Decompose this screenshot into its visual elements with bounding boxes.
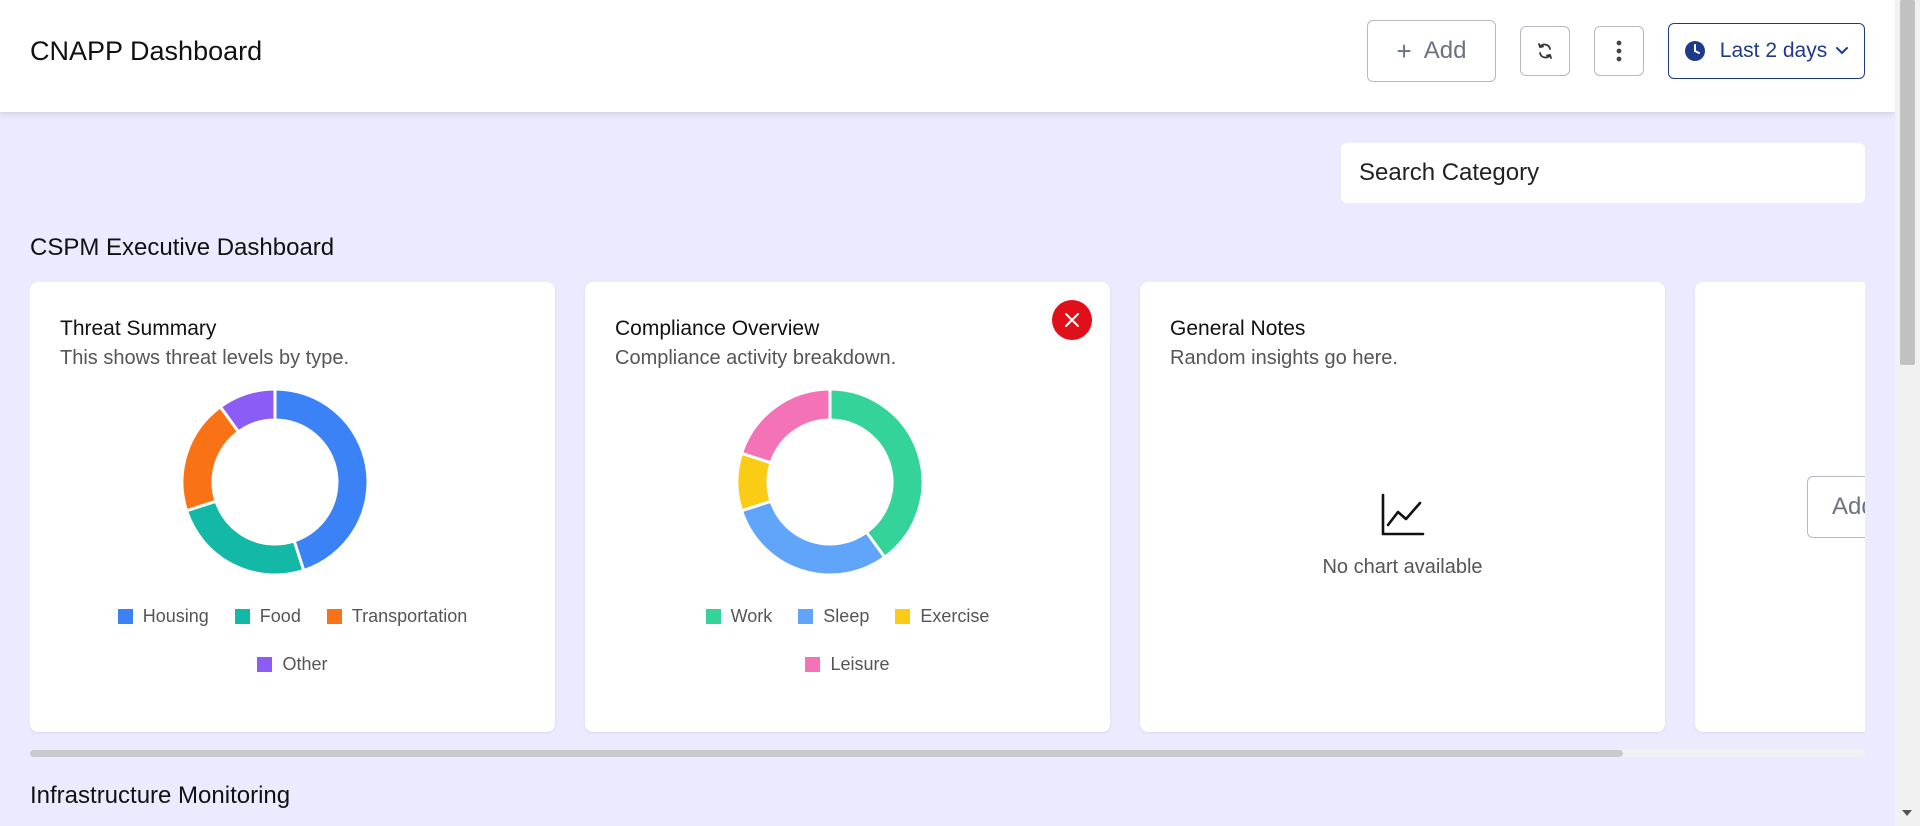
legend-swatch bbox=[117, 609, 133, 624]
add-widget-button[interactable]: + Add bbox=[1367, 20, 1496, 82]
legend-item[interactable]: Exercise bbox=[895, 606, 989, 627]
legend-label: Leisure bbox=[830, 654, 890, 674]
scroll-down-arrow-icon[interactable] bbox=[1902, 810, 1912, 816]
legend-item[interactable]: Housing bbox=[117, 606, 209, 627]
chart-legend-row-2: Other bbox=[30, 654, 555, 675]
time-range-dropdown[interactable]: Last 2 days bbox=[1668, 23, 1865, 79]
line-chart-icon bbox=[1381, 493, 1425, 536]
section-title-infrastructure: Infrastructure Monitoring bbox=[30, 782, 291, 809]
no-chart-text: No chart available bbox=[1322, 556, 1483, 578]
donut-slice-food[interactable] bbox=[184, 499, 306, 577]
legend-swatch bbox=[257, 657, 273, 672]
legend-label: Exercise bbox=[920, 606, 990, 626]
widget-card-threat-summary: Threat Summary This shows threat levels … bbox=[30, 282, 555, 732]
chart-legend: Housing Food Transportation bbox=[30, 606, 555, 627]
remove-widget-button[interactable] bbox=[1052, 300, 1092, 340]
legend-label: Transportation bbox=[351, 606, 468, 626]
legend-label: Food bbox=[259, 606, 301, 626]
legend-label: Sleep bbox=[823, 606, 870, 626]
add-widget-card-button[interactable]: Add bbox=[1807, 476, 1865, 538]
legend-item[interactable]: Transportation bbox=[326, 606, 468, 627]
widget-subtitle: Compliance activity breakdown. bbox=[615, 347, 897, 369]
legend-label: Other bbox=[282, 654, 328, 674]
add-widget-card-label: Add bbox=[1832, 493, 1865, 520]
add-widget-label: Add bbox=[1423, 37, 1467, 64]
legend-item[interactable]: Food bbox=[234, 606, 301, 627]
plus-icon: + bbox=[1396, 35, 1412, 66]
clock-icon bbox=[1684, 41, 1705, 61]
section-title-cspm: CSPM Executive Dashboard bbox=[30, 234, 335, 261]
legend-item[interactable]: Sleep bbox=[798, 606, 869, 627]
legend-label: Work bbox=[730, 606, 773, 626]
legend-swatch bbox=[895, 609, 911, 624]
widget-card-compliance-overview: Compliance Overview Compliance activity … bbox=[585, 282, 1110, 732]
close-icon bbox=[1065, 313, 1079, 327]
donut-chart bbox=[180, 387, 370, 577]
horizontal-scrollbar-thumb[interactable] bbox=[30, 750, 1623, 757]
widget-subtitle: This shows threat levels by type. bbox=[60, 347, 350, 369]
more-options-button[interactable] bbox=[1594, 26, 1644, 76]
donut-slice-leisure[interactable] bbox=[739, 387, 832, 465]
donut-slice-sleep[interactable] bbox=[739, 499, 887, 577]
widget-row[interactable]: Threat Summary This shows threat levels … bbox=[30, 282, 1865, 734]
legend-swatch bbox=[805, 657, 821, 672]
vertical-scrollbar-thumb[interactable] bbox=[1900, 0, 1915, 365]
app-title: CNAPP Dashboard bbox=[30, 36, 263, 66]
legend-item[interactable]: Other bbox=[257, 654, 328, 675]
donut-chart bbox=[735, 387, 925, 577]
widget-title: Threat Summary bbox=[60, 317, 217, 340]
widget-title: Compliance Overview bbox=[615, 317, 820, 340]
search-category-input[interactable] bbox=[1341, 143, 1865, 203]
horizontal-scrollbar[interactable] bbox=[30, 750, 1865, 757]
legend-swatch bbox=[326, 609, 342, 624]
widget-card-general-notes: General Notes Random insights go here. N… bbox=[1140, 282, 1665, 732]
legend-swatch bbox=[705, 609, 721, 624]
vertical-scrollbar[interactable] bbox=[1895, 0, 1920, 826]
refresh-button[interactable] bbox=[1520, 26, 1570, 76]
refresh-icon bbox=[1538, 43, 1552, 59]
widget-title: General Notes bbox=[1170, 317, 1306, 340]
chart-legend: Work Sleep Exercise bbox=[585, 606, 1110, 627]
legend-swatch bbox=[798, 609, 814, 624]
legend-label: Housing bbox=[142, 606, 209, 626]
legend-swatch bbox=[234, 609, 250, 624]
time-range-label: Last 2 days bbox=[1719, 39, 1828, 62]
legend-item[interactable]: Leisure bbox=[805, 654, 890, 675]
chart-legend-row-2: Leisure bbox=[585, 654, 1110, 675]
donut-slice-work[interactable] bbox=[828, 387, 925, 560]
widget-subtitle: Random insights go here. bbox=[1170, 347, 1398, 369]
vertical-dots-icon bbox=[1616, 40, 1622, 62]
chevron-down-icon bbox=[1836, 47, 1849, 55]
legend-item[interactable]: Work bbox=[705, 606, 773, 627]
top-bar: CNAPP Dashboard + Add Last 2 days bbox=[0, 0, 1895, 112]
widget-card-add-placeholder: Add bbox=[1695, 282, 1865, 732]
